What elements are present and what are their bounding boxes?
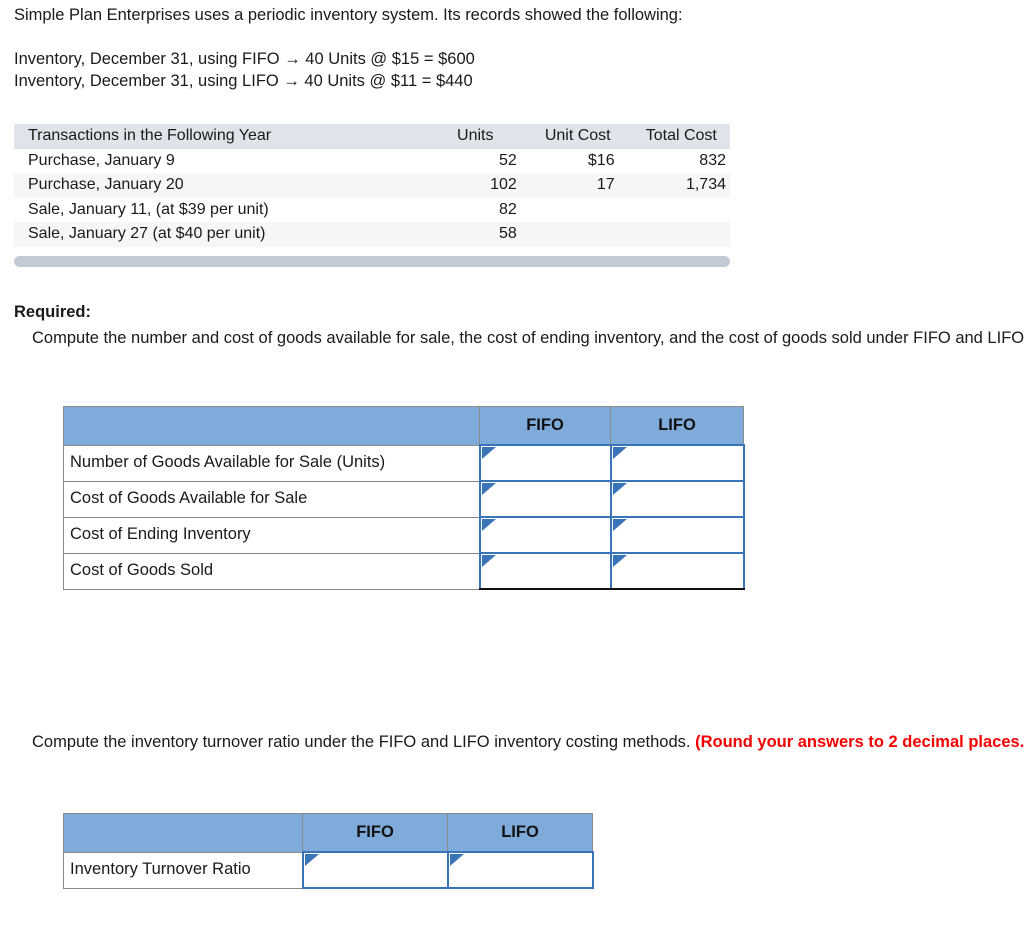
answer-row-label: Cost of Goods Available for Sale [63, 480, 480, 518]
input-cost-goods-available-lifo[interactable] [609, 480, 745, 518]
transactions-table-wrapper: Transactions in the Following Year Units… [14, 124, 730, 267]
required-item-2-number: 2. [14, 731, 32, 754]
answer-table-2-header-blank [63, 813, 303, 853]
transaction-total-cost [633, 198, 730, 223]
table-row: Number of Goods Available for Sale (Unit… [63, 444, 745, 482]
triangle-marker-icon [612, 555, 627, 567]
intro-paragraph: Simple Plan Enterprises uses a periodic … [14, 6, 683, 24]
triangle-marker-icon [449, 854, 464, 866]
triangle-marker-icon [481, 555, 496, 567]
triangle-marker-icon [481, 447, 496, 459]
transaction-units: 102 [490, 176, 517, 194]
transaction-total-cost: 1,734 [685, 176, 726, 194]
transactions-table: Transactions in the Following Year Units… [14, 124, 730, 247]
triangle-marker-icon [612, 519, 627, 531]
transaction-units: 52 [499, 151, 517, 169]
transaction-description: Purchase, January 9 [28, 151, 175, 169]
answer-table-2-header-lifo: LIFO [447, 813, 593, 853]
input-cost-goods-available-fifo[interactable] [478, 480, 612, 518]
answer-table-2-header-row: FIFO LIFO [63, 813, 593, 853]
transaction-unit-cost [523, 198, 633, 223]
transaction-description: Purchase, January 20 [28, 176, 184, 194]
input-inventory-turnover-ratio-fifo[interactable] [301, 851, 449, 889]
table-row: Sale, January 27 (at $40 per unit) 58 [14, 222, 730, 247]
answer-table-1-header-row: FIFO LIFO [63, 406, 744, 446]
input-cost-goods-sold-fifo[interactable] [478, 552, 612, 590]
triangle-marker-icon [612, 483, 627, 495]
inventory-line-lifo: Inventory, December 31, using LIFO → 40 … [14, 71, 473, 90]
triangle-marker-icon [612, 447, 627, 459]
answer-row-label: Inventory Turnover Ratio [63, 851, 303, 889]
table-row: Sale, January 11, (at $39 per unit) 82 [14, 197, 730, 223]
transaction-units: 58 [499, 225, 517, 243]
answer-table-fifo-lifo: FIFO LIFO Number of Goods Available for … [63, 406, 745, 590]
answer-table-1-header-lifo: LIFO [610, 406, 744, 446]
transactions-header-total-cost: Total Cost [645, 127, 717, 144]
table-row: Cost of Ending Inventory [63, 516, 745, 554]
answer-table-inventory-turnover: FIFO LIFO Inventory Turnover Ratio [63, 813, 594, 889]
transactions-header-units: Units [457, 127, 494, 144]
table-row: Cost of Goods Sold [63, 552, 745, 590]
triangle-marker-icon [481, 483, 496, 495]
triangle-marker-icon [481, 519, 496, 531]
required-item-2-highlight: (Round your answers to 2 decimal places.… [695, 733, 1024, 751]
transaction-description: Sale, January 27 (at $40 per unit) [28, 225, 266, 243]
transaction-unit-cost [523, 222, 633, 247]
transaction-unit-cost: $16 [587, 151, 615, 169]
answer-row-label: Number of Goods Available for Sale (Unit… [63, 444, 480, 482]
required-item-1: 1.Compute the number and cost of goods a… [14, 327, 1024, 350]
inventory-summary-lines: Inventory, December 31, using FIFO → 40 … [14, 49, 475, 93]
transaction-description: Sale, January 11, (at $39 per unit) [28, 200, 269, 218]
table-row: Purchase, January 9 52 $16 832 [14, 148, 730, 174]
inventory-line-fifo: Inventory, December 31, using FIFO → 40 … [14, 50, 475, 68]
input-goods-available-units-fifo[interactable] [478, 444, 612, 482]
input-cost-goods-sold-lifo[interactable] [609, 552, 745, 590]
required-item-2-text: Compute the inventory turnover ratio und… [32, 733, 691, 751]
table-row: Cost of Goods Available for Sale [63, 480, 745, 518]
answer-table-1-header-blank [63, 406, 480, 446]
required-item-2: 2.Compute the inventory turnover ratio u… [14, 731, 1024, 754]
transactions-header-row: Transactions in the Following Year Units… [14, 124, 730, 149]
required-item-1-text: Compute the number and cost of goods ava… [32, 329, 1024, 347]
input-cost-ending-inventory-fifo[interactable] [478, 516, 612, 554]
transactions-table-footer-bar [14, 255, 730, 267]
input-goods-available-units-lifo[interactable] [609, 444, 745, 482]
transaction-units: 82 [499, 200, 517, 218]
transaction-unit-cost: 17 [596, 176, 615, 194]
required-item-1-number: 1. [14, 327, 32, 350]
required-label: Required: [14, 303, 92, 321]
transactions-header-description: Transactions in the Following Year [28, 127, 272, 144]
answer-table-1-header-fifo: FIFO [479, 406, 611, 446]
input-cost-ending-inventory-lifo[interactable] [609, 516, 745, 554]
table-row: Purchase, January 20 102 17 1,734 [14, 173, 730, 198]
transactions-header-unit-cost: Unit Cost [544, 127, 611, 144]
answer-row-label: Cost of Ending Inventory [63, 516, 480, 554]
answer-table-2-header-fifo: FIFO [302, 813, 448, 853]
table-row: Inventory Turnover Ratio [63, 851, 594, 889]
transaction-total-cost: 832 [699, 151, 726, 169]
input-inventory-turnover-ratio-lifo[interactable] [446, 851, 594, 889]
answer-row-label: Cost of Goods Sold [63, 552, 480, 590]
triangle-marker-icon [304, 854, 319, 866]
transaction-total-cost [633, 222, 730, 247]
